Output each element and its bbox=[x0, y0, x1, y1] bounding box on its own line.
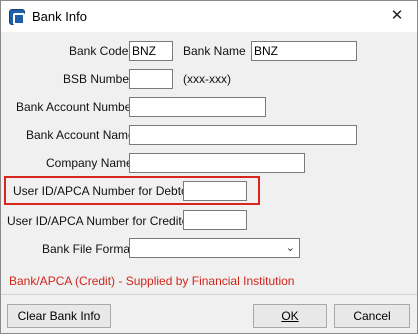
app-icon bbox=[9, 9, 25, 25]
bsb-number-input[interactable] bbox=[129, 69, 173, 89]
credit-note: Bank/APCA (Credit) - Supplied by Financi… bbox=[9, 274, 295, 288]
window-title: Bank Info bbox=[32, 9, 87, 24]
user-id-creditors-input[interactable] bbox=[183, 210, 247, 230]
bank-file-format-select[interactable]: ⌄ bbox=[129, 238, 300, 258]
user-id-debtors-label: User ID/APCA Number for Debtors bbox=[13, 184, 198, 198]
bank-account-name-label: Bank Account Name bbox=[26, 128, 135, 142]
bank-file-format-label: Bank File Format bbox=[42, 242, 134, 256]
bank-name-input[interactable] bbox=[251, 41, 357, 61]
user-id-creditors-label: User ID/APCA Number for Creditors bbox=[7, 214, 199, 228]
chevron-down-icon[interactable]: ⌄ bbox=[286, 241, 295, 254]
bank-account-number-input[interactable] bbox=[129, 97, 266, 117]
clear-bank-info-button[interactable]: Clear Bank Info bbox=[7, 304, 111, 328]
ok-button[interactable]: OK bbox=[253, 304, 327, 328]
title-bar: Bank Info ✕ bbox=[1, 1, 417, 32]
close-button[interactable]: ✕ bbox=[377, 1, 417, 31]
bank-name-label: Bank Name bbox=[183, 44, 246, 58]
company-name-input[interactable] bbox=[129, 153, 305, 173]
bsb-format-hint: (xxx-xxx) bbox=[183, 72, 231, 86]
bsb-number-label: BSB Number bbox=[63, 72, 134, 86]
bank-account-name-input[interactable] bbox=[129, 125, 357, 145]
bank-code-label: Bank Code bbox=[69, 44, 129, 58]
bank-code-input[interactable] bbox=[129, 41, 173, 61]
cancel-button[interactable]: Cancel bbox=[334, 304, 410, 328]
user-id-debtors-input[interactable] bbox=[183, 181, 247, 201]
footer-divider bbox=[1, 294, 417, 295]
bank-info-dialog: Bank Info ✕ Bank Code Bank Name BSB Numb… bbox=[0, 0, 418, 334]
company-name-label: Company Name bbox=[46, 156, 133, 170]
bank-account-number-label: Bank Account Number bbox=[16, 100, 136, 114]
ok-button-label: OK bbox=[281, 309, 299, 323]
